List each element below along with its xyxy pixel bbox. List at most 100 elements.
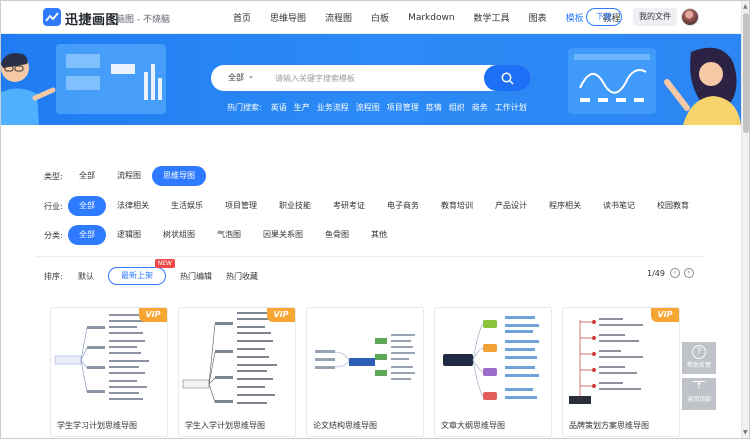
category-chip[interactable]: 逻辑图 — [106, 225, 152, 245]
scroll-thumb[interactable] — [743, 13, 749, 133]
hot-term[interactable]: 工作计划 — [495, 102, 527, 113]
logo-icon[interactable] — [43, 8, 61, 26]
chart-illustration-right — [568, 48, 656, 114]
main-nav: 首页 思维导图 流程图 白板 Markdown 数学工具 图表 模板 教程 — [233, 1, 640, 34]
industry-chip[interactable]: 考研考证 — [322, 196, 376, 216]
hot-term[interactable]: 疫情 — [426, 102, 442, 113]
industry-chip[interactable]: 电子商务 — [376, 196, 430, 216]
avatar[interactable] — [681, 8, 699, 26]
my-files-button[interactable]: 我的文件 — [633, 8, 677, 26]
question-icon: ? — [692, 345, 706, 359]
mindmap-thumbnail — [51, 308, 167, 413]
industry-chip[interactable]: 职业技能 — [268, 196, 322, 216]
hot-term[interactable]: 组织 — [449, 102, 465, 113]
category-chip[interactable]: 其他 — [360, 225, 398, 245]
hot-searches: 热门搜索: 英语 生产 业务流程 流程图 项目管理 疫情 组织 商务 工作计划 — [227, 102, 534, 113]
card-title: 论文结构思维导图 — [313, 421, 377, 430]
sort-newest[interactable]: 最新上架 NEW — [108, 259, 175, 285]
industry-chip[interactable]: 生活娱乐 — [160, 196, 214, 216]
sort-label: 排序: — [44, 271, 63, 281]
category-filter-row: 分类: 全部 逻辑图 树状组图 气泡图 因果关系图 鱼骨图 其他 — [44, 225, 398, 245]
help-feedback-button[interactable]: ? 帮助反馈 — [682, 342, 716, 374]
template-card[interactable]: 论文结构思维导图 — [306, 307, 424, 437]
scroll-up-icon[interactable]: ▲ — [743, 3, 748, 10]
chart-illustration-left — [56, 44, 166, 114]
industry-chip[interactable]: 法律相关 — [106, 196, 160, 216]
card-title: 文章大纲思维导图 — [441, 421, 505, 430]
back-to-top-label: 返回顶部 — [686, 396, 711, 403]
template-search-bar: 全部 ⌄ — [211, 65, 531, 91]
browser-window: 迅捷画图 脑图 - 不烧脑 首页 思维导图 流程图 白板 Markdown 数学… — [0, 0, 750, 439]
nav-charts[interactable]: 图表 — [529, 11, 547, 24]
hero-banner: 全部 ⌄ 热门搜索: 英语 生产 业务流程 流程图 项目管理 疫情 组织 商务 … — [1, 34, 741, 125]
category-chip[interactable]: 气泡图 — [206, 225, 252, 245]
category-chip[interactable]: 因果关系图 — [252, 225, 314, 245]
next-page-button[interactable]: › — [684, 268, 694, 278]
nav-whiteboard[interactable]: 白板 — [371, 11, 389, 24]
industry-chip[interactable]: 全部 — [68, 196, 106, 216]
mindmap-thumbnail — [435, 308, 551, 413]
industry-filter-row: 行业: 全部 法律相关 生活娱乐 项目管理 职业技能 考研考证 电子商务 教育培… — [44, 196, 700, 216]
nav-math-tools[interactable]: 数学工具 — [474, 11, 510, 24]
template-card[interactable]: VIP 学生入学计划思维导图 — [178, 307, 296, 437]
industry-filter-label: 行业: — [44, 201, 63, 211]
industry-chip[interactable]: 教育培训 — [430, 196, 484, 216]
hot-term[interactable]: 生产 — [294, 102, 310, 113]
nav-markdown[interactable]: Markdown — [408, 13, 454, 23]
search-button[interactable] — [484, 65, 531, 91]
vip-badge: VIP — [267, 308, 295, 322]
brand-name[interactable]: 迅捷画图 — [65, 9, 119, 28]
hot-term[interactable]: 业务流程 — [317, 102, 349, 113]
category-chip[interactable]: 全部 — [68, 225, 106, 245]
sort-hot-collect[interactable]: 热门收藏 — [226, 271, 258, 282]
template-card[interactable]: VIP 品牌策划方案思维导图 — [562, 307, 680, 437]
hot-term[interactable]: 商务 — [472, 102, 488, 113]
hot-term[interactable]: 英语 — [271, 102, 287, 113]
arrow-up-icon: ↑ — [693, 381, 705, 393]
vip-badge: VIP — [651, 308, 679, 322]
sort-hot-edit[interactable]: 热门编辑 — [180, 271, 212, 282]
person-illustration-left — [1, 46, 57, 125]
scroll-down-icon[interactable]: ▼ — [743, 429, 748, 436]
help-feedback-label: 帮助反馈 — [686, 362, 711, 369]
page-scrollbar[interactable]: ▲ ▼ — [741, 1, 749, 438]
template-card[interactable]: VIP 学生学习计划思维导图 — [50, 307, 168, 437]
category-filter-label: 分类: — [44, 230, 63, 240]
hot-search-label: 热门搜索: — [227, 103, 262, 112]
card-title: 学生学习计划思维导图 — [57, 421, 137, 430]
chevron-down-icon[interactable]: ⌄ — [248, 72, 254, 80]
sort-default[interactable]: 默认 — [78, 271, 94, 282]
industry-chip[interactable]: 读书笔记 — [592, 196, 646, 216]
template-card[interactable]: 文章大纲思维导图 — [434, 307, 552, 437]
category-chip[interactable]: 树状组图 — [152, 225, 206, 245]
type-chip-flowchart[interactable]: 流程图 — [106, 166, 152, 186]
type-filter-row: 类型: 全部 流程图 思维导图 — [44, 166, 206, 186]
hot-term[interactable]: 流程图 — [356, 102, 380, 113]
nav-home[interactable]: 首页 — [233, 11, 251, 24]
search-scope-select[interactable]: 全部 — [228, 72, 244, 83]
top-header: 迅捷画图 脑图 - 不烧脑 首页 思维导图 流程图 白板 Markdown 数学… — [1, 1, 741, 34]
type-filter-label: 类型: — [44, 171, 63, 181]
search-icon — [501, 72, 514, 85]
page-indicator: 1/49 — [647, 269, 665, 278]
type-chip-all[interactable]: 全部 — [68, 166, 106, 186]
mindmap-thumbnail — [179, 308, 295, 413]
search-input[interactable] — [275, 69, 475, 87]
mindmap-thumbnail — [563, 308, 679, 413]
sort-newest-label: 最新上架 — [121, 271, 153, 280]
industry-chip[interactable]: 产品设计 — [484, 196, 538, 216]
category-chip[interactable]: 鱼骨图 — [314, 225, 360, 245]
nav-templates[interactable]: 模板 — [566, 11, 584, 24]
back-to-top-button[interactable]: ↑ 返回顶部 — [682, 378, 716, 410]
industry-chip[interactable]: 程序相关 — [538, 196, 592, 216]
hot-term[interactable]: 项目管理 — [387, 102, 419, 113]
industry-chip[interactable]: 项目管理 — [214, 196, 268, 216]
type-chip-mindmap[interactable]: 思维导图 — [152, 166, 206, 186]
nav-mindmap[interactable]: 思维导图 — [270, 11, 306, 24]
nav-flowchart[interactable]: 流程图 — [325, 11, 352, 24]
divider — [35, 256, 705, 257]
prev-page-button[interactable]: ‹ — [670, 268, 680, 278]
mindmap-thumbnail — [307, 308, 423, 413]
download-button[interactable]: 下载 — [586, 8, 622, 26]
industry-chip[interactable]: 校园教育 — [646, 196, 700, 216]
